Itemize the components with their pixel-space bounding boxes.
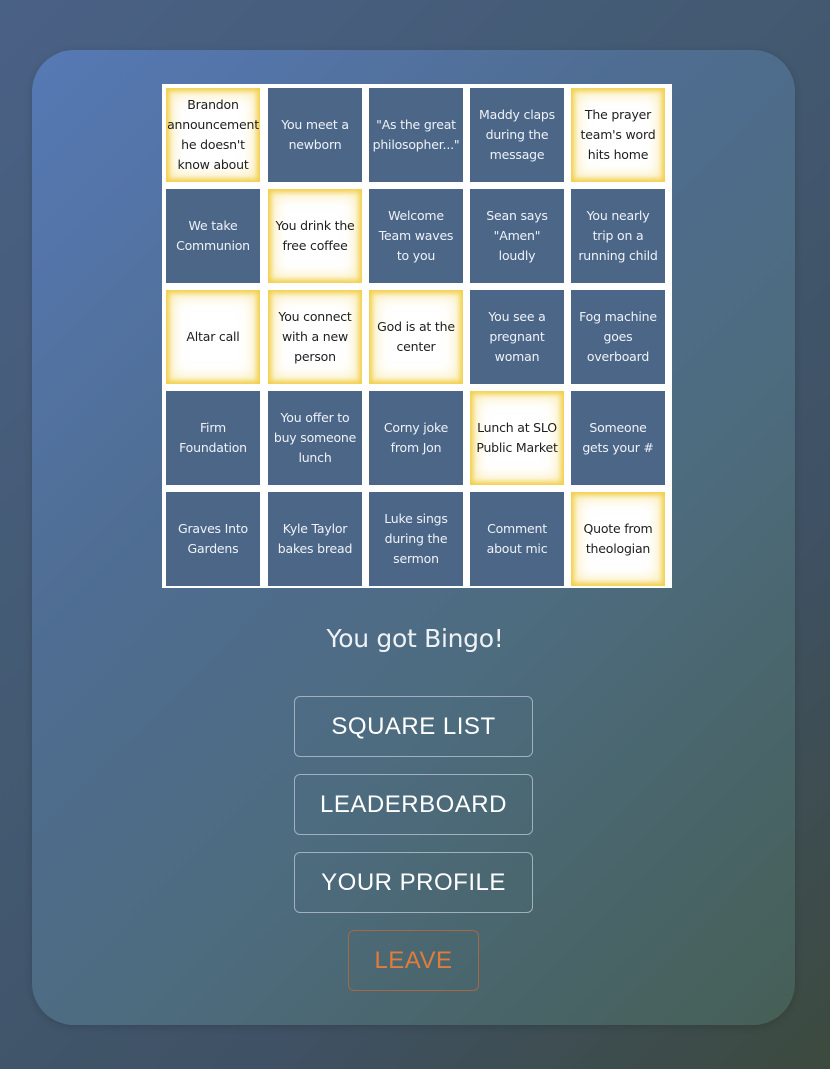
bingo-square[interactable]: Kyle Taylor bakes bread <box>268 492 362 586</box>
bingo-square[interactable]: Comment about mic <box>470 492 564 586</box>
your-profile-button[interactable]: YOUR PROFILE <box>294 852 533 913</box>
bingo-square[interactable]: You meet a newborn <box>268 88 362 182</box>
bingo-square[interactable]: Altar call <box>166 290 260 384</box>
bingo-status-message: You got Bingo! <box>326 624 504 653</box>
bingo-square[interactable]: Someone gets your # <box>571 391 665 485</box>
bingo-square[interactable]: Graves Into Gardens <box>166 492 260 586</box>
bingo-square[interactable]: Firm Foundation <box>166 391 260 485</box>
bingo-square[interactable]: You connect with a new person <box>268 290 362 384</box>
bingo-square[interactable]: You drink the free coffee <box>268 189 362 283</box>
bingo-square[interactable]: We take Communion <box>166 189 260 283</box>
bingo-square[interactable]: Maddy claps during the message <box>470 88 564 182</box>
bingo-board: Brandon announcement he doesn't know abo… <box>162 84 672 588</box>
bingo-square[interactable]: Welcome Team waves to you <box>369 189 463 283</box>
bingo-square[interactable]: Brandon announcement he doesn't know abo… <box>166 88 260 182</box>
bingo-square[interactable]: Sean says "Amen" loudly <box>470 189 564 283</box>
bingo-square[interactable]: Lunch at SLO Public Market <box>470 391 564 485</box>
bingo-square[interactable]: The prayer team's word hits home <box>571 88 665 182</box>
bingo-square[interactable]: Luke sings during the sermon <box>369 492 463 586</box>
bingo-square[interactable]: God is at the center <box>369 290 463 384</box>
square-list-button[interactable]: SQUARE LIST <box>294 696 533 757</box>
leaderboard-button[interactable]: LEADERBOARD <box>294 774 533 835</box>
bingo-square[interactable]: Fog machine goes overboard <box>571 290 665 384</box>
bingo-square[interactable]: You offer to buy someone lunch <box>268 391 362 485</box>
leave-button[interactable]: LEAVE <box>348 930 479 991</box>
bingo-square[interactable]: You see a pregnant woman <box>470 290 564 384</box>
bingo-square[interactable]: You nearly trip on a running child <box>571 189 665 283</box>
bingo-square[interactable]: Quote from theologian <box>571 492 665 586</box>
bingo-square[interactable]: Corny joke from Jon <box>369 391 463 485</box>
bingo-square[interactable]: "As the great philosopher..." <box>369 88 463 182</box>
